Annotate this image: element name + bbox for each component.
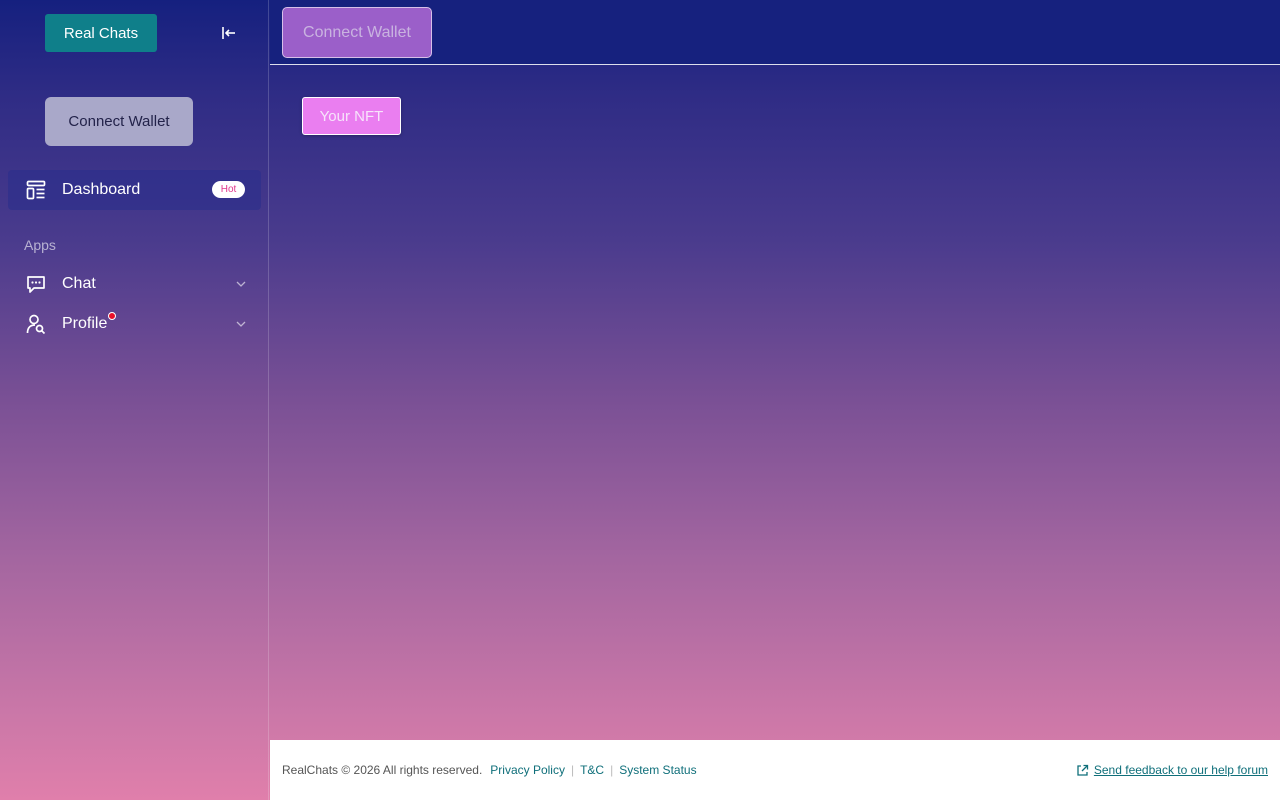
external-link-icon [1077, 764, 1089, 776]
hot-badge: Hot [212, 181, 245, 198]
section-label-apps: Apps [24, 237, 56, 253]
profile-search-icon [26, 314, 46, 334]
feedback-link[interactable]: Send feedback to our help forum [1076, 763, 1268, 777]
brand-button[interactable]: Real Chats [45, 14, 157, 52]
sidebar-connect-wallet-button[interactable]: Connect Wallet [45, 97, 193, 146]
top-header: Connect Wallet [270, 0, 1280, 65]
chat-icon [26, 274, 46, 294]
sidebar-item-dashboard[interactable]: Dashboard Hot [8, 170, 261, 210]
feedback-label: Send feedback to our help forum [1093, 763, 1268, 777]
sidebar-item-label: Profile [62, 315, 108, 332]
footer-separator: | [610, 763, 614, 777]
collapse-sidebar-icon[interactable] [220, 25, 238, 41]
footer: RealChats © 2026 All rights reserved. Pr… [270, 740, 1280, 800]
sidebar-item-chat[interactable]: Chat [8, 264, 261, 304]
copyright-text: RealChats © 2026 All rights reserved. [282, 763, 483, 777]
sidebar-item-label: Dashboard [62, 181, 141, 198]
notification-dot [108, 312, 117, 320]
sidebar-item-label: Chat [62, 275, 96, 292]
footer-separator: | [570, 763, 575, 777]
system-status-link[interactable]: System Status [619, 763, 696, 777]
chevron-down-icon [235, 318, 247, 330]
terms-link[interactable]: T&C [580, 763, 604, 777]
chevron-down-icon [235, 278, 247, 290]
sidebar: Real Chats Connect Wallet Dashboard Hot … [0, 0, 269, 800]
privacy-policy-link[interactable]: Privacy Policy [490, 763, 565, 777]
sidebar-item-profile[interactable]: Profile [8, 304, 261, 344]
your-nft-button[interactable]: Your NFT [302, 97, 401, 135]
header-connect-wallet-button[interactable]: Connect Wallet [282, 7, 432, 58]
dashboard-icon [26, 180, 46, 200]
